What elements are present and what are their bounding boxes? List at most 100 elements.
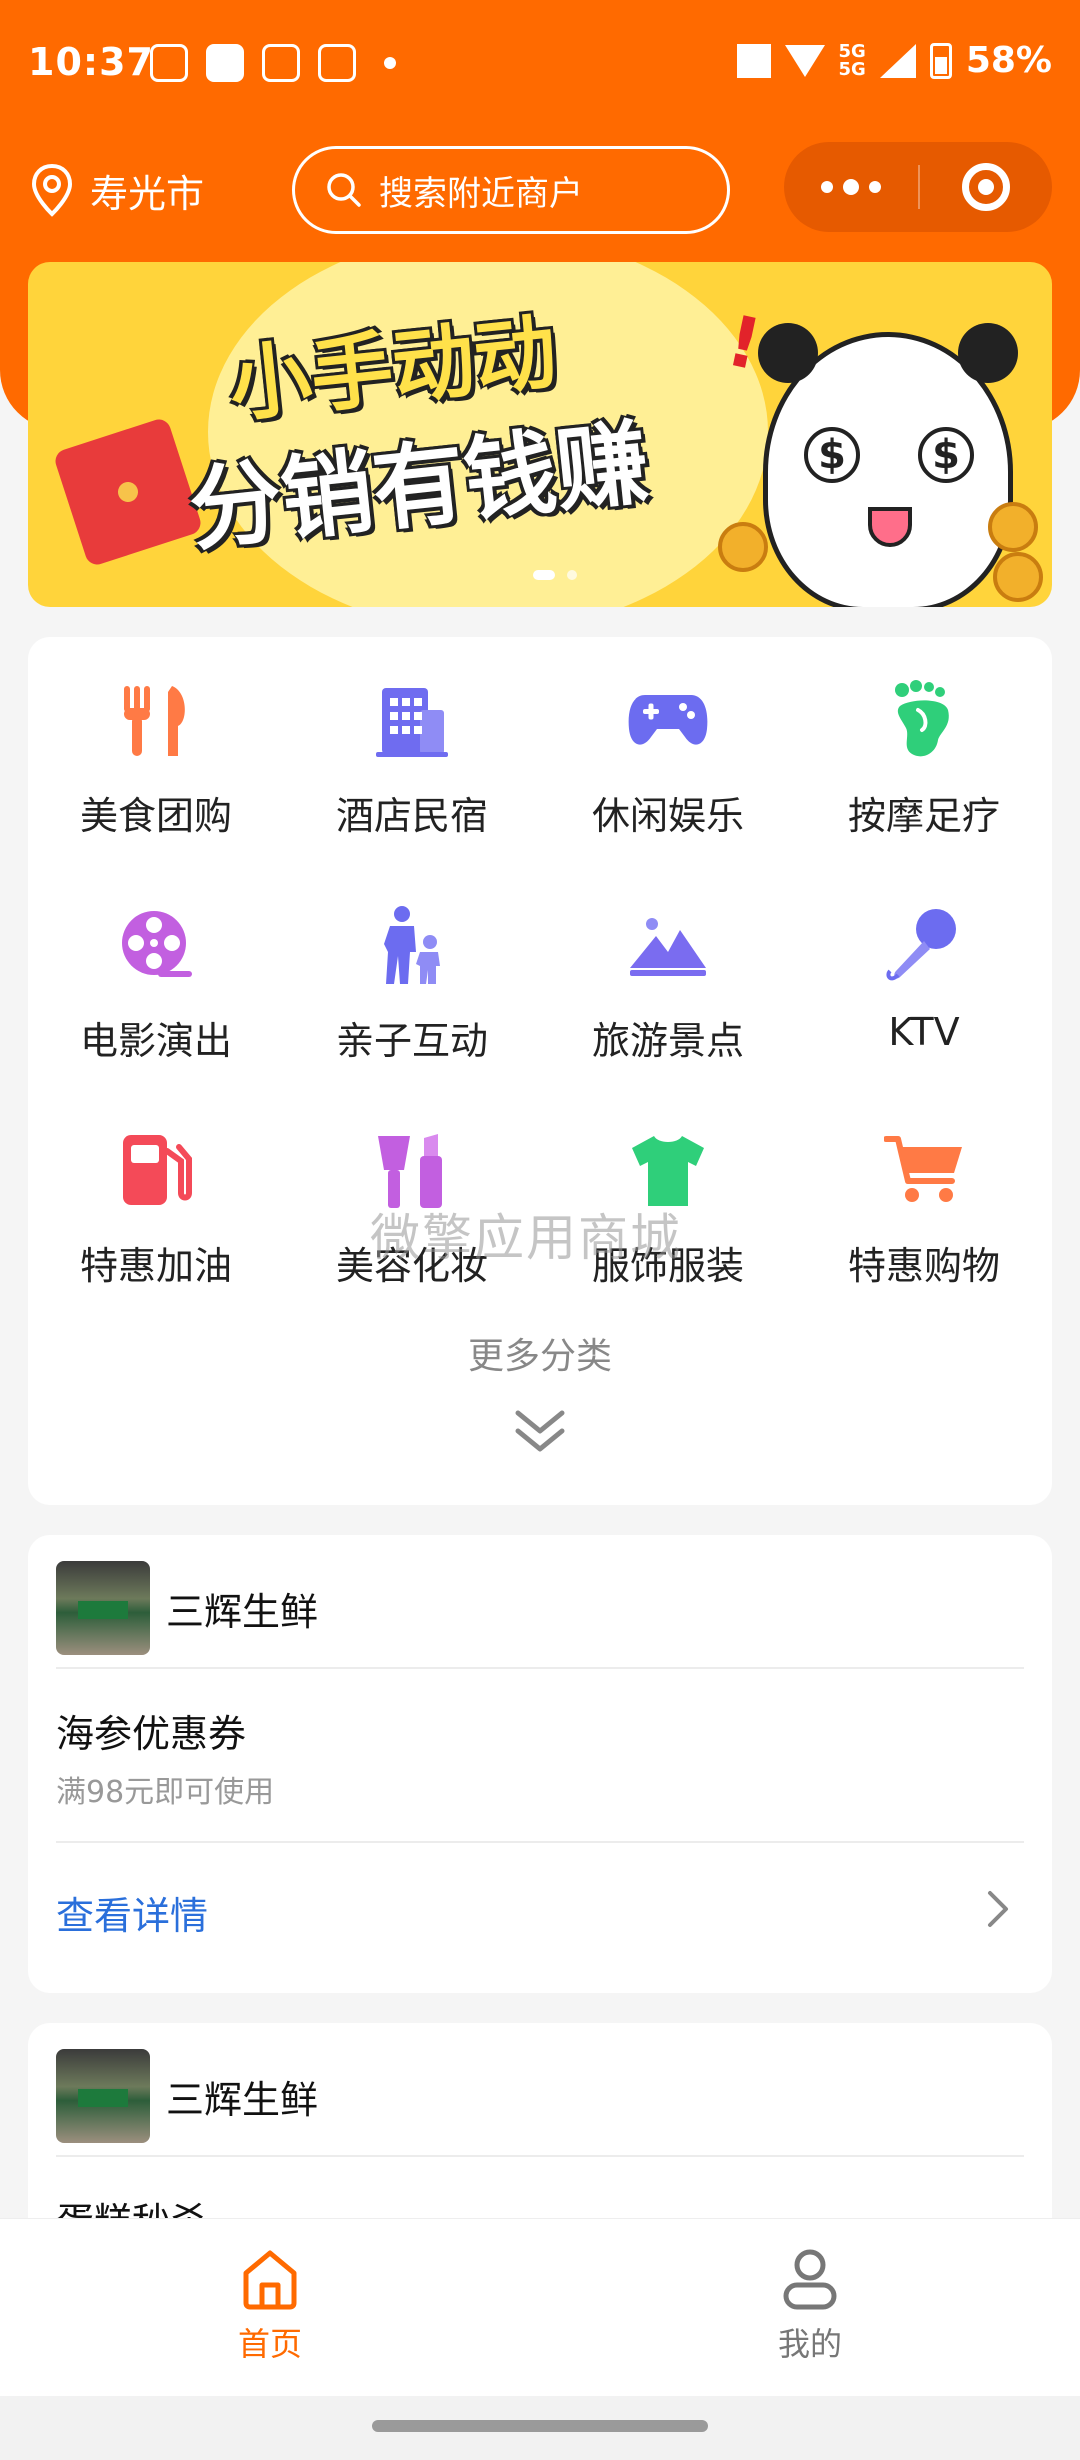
status-bar: 10:37 5G 5G 58%	[0, 0, 1080, 130]
panda-eye: $	[804, 427, 860, 483]
store-name: 三辉生鲜	[166, 1589, 319, 1634]
signal-icon	[879, 43, 916, 78]
panda-ear	[958, 323, 1018, 383]
category-hotel[interactable]: 酒店民宿	[284, 677, 540, 902]
panda-ear	[758, 323, 818, 383]
close-miniapp-button[interactable]	[920, 142, 1052, 232]
message-notification-icon	[150, 44, 188, 82]
dot-icon	[843, 179, 859, 195]
category-ktv[interactable]: KTV	[796, 902, 1052, 1127]
category-movie[interactable]: 电影演出	[28, 902, 284, 1127]
alert-notification-icon	[206, 44, 244, 82]
search-icon	[327, 173, 361, 207]
notification-icons	[150, 44, 396, 82]
baidu-notification-icon-2	[318, 44, 356, 82]
panda-mascot: $ $	[758, 323, 1018, 607]
gas-pump-icon	[113, 1127, 199, 1213]
panda-eye: $	[918, 427, 974, 483]
divider	[56, 1841, 1024, 1843]
home-indicator[interactable]	[372, 2420, 708, 2432]
search-bar[interactable]: 搜索附近商户	[292, 146, 730, 234]
search-placeholder: 搜索附近商户	[379, 173, 583, 214]
category-food[interactable]: 美食团购	[28, 677, 284, 902]
coupon-title: 海参优惠券	[56, 1712, 247, 1756]
category-label: 美食团购	[79, 794, 232, 838]
category-label: 亲子互动	[335, 1019, 488, 1063]
double-chevron-down-icon[interactable]	[512, 1407, 568, 1457]
banner-pagination	[533, 570, 577, 580]
coin-icon	[988, 502, 1038, 552]
home-icon	[243, 2250, 297, 2310]
panda-mouth	[868, 507, 912, 547]
battery-percent: 58%	[965, 40, 1052, 81]
parent-child-icon	[369, 902, 455, 988]
category-entertainment[interactable]: 休闲娱乐	[540, 677, 796, 902]
coin-icon	[993, 552, 1043, 602]
coupon-condition: 满98元即可使用	[56, 1775, 275, 1810]
top-nav: 寿光市 搜索附近商户	[0, 140, 1080, 240]
tab-home-label: 首页	[237, 2325, 302, 2363]
store-thumbnail	[56, 1561, 150, 1655]
food-icon	[113, 677, 199, 763]
user-icon	[783, 2249, 837, 2310]
mountain-icon	[625, 902, 711, 988]
hotel-icon	[369, 677, 455, 763]
microphone-icon	[881, 902, 967, 988]
category-family[interactable]: 亲子互动	[284, 902, 540, 1127]
chevron-right-icon[interactable]	[984, 1889, 1012, 1929]
pagination-dot-active	[533, 570, 555, 580]
red-envelope-icon	[52, 416, 204, 568]
category-shopping[interactable]: 特惠购物	[796, 1127, 1052, 1352]
location-pin-icon	[31, 163, 73, 217]
category-label: 特惠购物	[847, 1244, 1000, 1288]
view-details-link[interactable]: 查看详情	[56, 1885, 208, 1940]
miniapp-capsule	[784, 142, 1052, 232]
bottom-tab-bar: 首页 我的	[0, 2218, 1080, 2396]
more-notifications-dot	[384, 57, 396, 69]
category-label: 旅游景点	[591, 1019, 744, 1063]
status-right: 5G 5G 58%	[736, 40, 1052, 81]
network-type: 5G 5G	[838, 40, 866, 80]
nfc-icon	[736, 43, 771, 78]
tab-me[interactable]: 我的	[710, 2247, 910, 2365]
pagination-dot	[567, 570, 577, 580]
category-fuel[interactable]: 特惠加油	[28, 1127, 284, 1352]
category-label: 休闲娱乐	[591, 794, 744, 838]
location-selector[interactable]: 寿光市	[28, 162, 204, 218]
store-header[interactable]: 三辉生鲜	[56, 1561, 318, 1655]
gamepad-icon	[625, 677, 711, 763]
film-reel-icon	[113, 902, 199, 988]
more-categories-label[interactable]: 更多分类	[28, 1327, 1052, 1379]
category-massage[interactable]: 按摩足疗	[796, 677, 1052, 902]
cart-icon	[881, 1127, 967, 1213]
category-label: 按摩足疗	[847, 794, 1000, 838]
divider	[56, 1667, 1024, 1669]
promo-banner[interactable]: 小手动动 分销有钱赚 ! $ $	[28, 262, 1052, 607]
dot-icon	[821, 181, 833, 193]
category-travel[interactable]: 旅游景点	[540, 902, 796, 1127]
foot-icon	[881, 677, 967, 763]
category-label: 酒店民宿	[335, 794, 488, 838]
status-time: 10:37	[28, 40, 154, 84]
watermark-text: 微擎应用商城	[370, 1209, 682, 1267]
dot-icon	[869, 181, 881, 193]
baidu-notification-icon	[262, 44, 300, 82]
wifi-icon	[784, 44, 825, 77]
store-header[interactable]: 三辉生鲜	[56, 2049, 318, 2143]
more-options-button[interactable]	[784, 142, 918, 232]
tab-me-label: 我的	[777, 2325, 842, 2363]
coupon-card[interactable]: 三辉生鲜 海参优惠券 满98元即可使用 查看详情	[28, 1535, 1052, 1993]
divider	[56, 2155, 1024, 2157]
category-label: 电影演出	[79, 1019, 232, 1063]
location-name: 寿光市	[90, 171, 205, 216]
category-label: KTV	[888, 1010, 960, 1054]
app-root: 10:37 5G 5G 58% 寿光市 搜索附近商户 小手动动 分销有钱赚 ! …	[0, 0, 1080, 2460]
category-label: 特惠加油	[79, 1244, 232, 1288]
coin-icon	[718, 522, 768, 572]
battery-icon	[929, 42, 952, 79]
category-card: 美食团购 酒店民宿 休闲娱乐 按摩足疗 电影演出 亲子互动 旅游景点 KTV 特…	[28, 637, 1052, 1505]
target-circle-icon	[962, 163, 1010, 211]
store-thumbnail	[56, 2049, 150, 2143]
store-name: 三辉生鲜	[166, 2077, 319, 2122]
tab-home[interactable]: 首页	[170, 2247, 370, 2365]
